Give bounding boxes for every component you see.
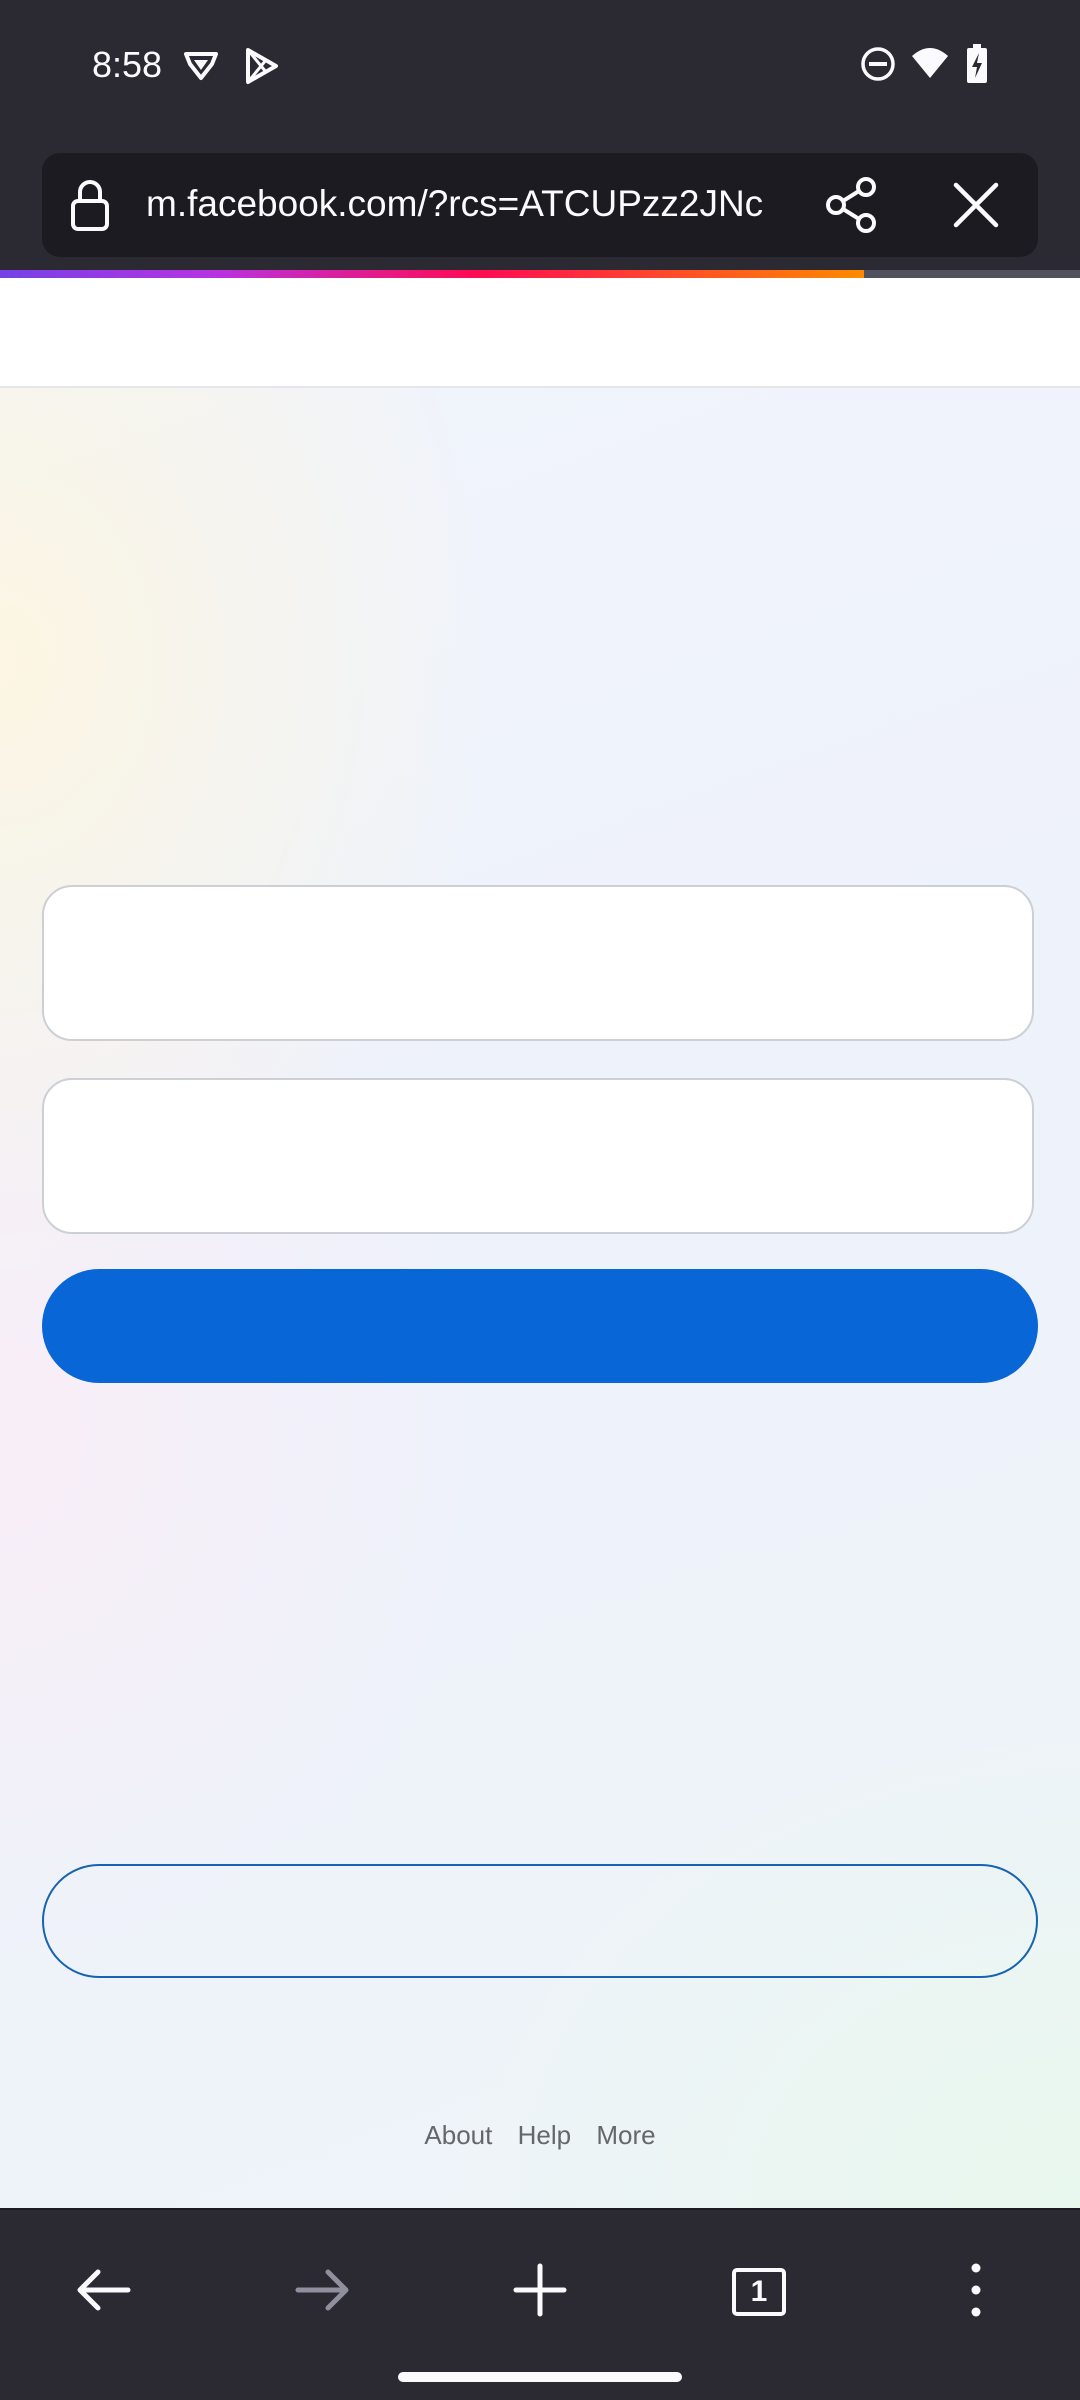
back-arrow-icon[interactable] (62, 2248, 146, 2332)
footer-link-about[interactable]: About (424, 2120, 492, 2150)
close-icon[interactable] (946, 175, 1006, 235)
play-store-icon (246, 48, 278, 84)
page-load-progress-fill (0, 270, 864, 278)
tab-count: 1 (732, 2268, 786, 2316)
email-field[interactable] (42, 885, 1034, 1041)
wifi-icon (912, 48, 948, 78)
footer-link-help[interactable]: Help (518, 2120, 571, 2150)
lock-icon[interactable] (70, 177, 110, 233)
page-load-progress (0, 270, 1080, 278)
web-page: About Help More (0, 278, 1080, 2208)
footer-link-more[interactable]: More (596, 2120, 655, 2150)
status-time: 8:58 (92, 44, 163, 85)
browser-toolbar: m.facebook.com/?rcs=ATCUPzz2JNc (0, 135, 1080, 270)
new-tab-plus-icon[interactable] (498, 2248, 582, 2332)
home-indicator[interactable] (398, 2372, 682, 2382)
vpn-shield-icon (184, 52, 218, 80)
footer-links: About Help More (0, 2120, 1080, 2151)
bottom-navigation: 1 (0, 2208, 1080, 2400)
forward-arrow-icon[interactable] (280, 2248, 364, 2332)
status-bar: 8:58 (0, 0, 1080, 135)
login-button[interactable] (42, 1269, 1038, 1383)
more-menu-icon[interactable] (934, 2248, 1018, 2332)
do-not-disturb-icon (861, 47, 895, 81)
password-field[interactable] (42, 1078, 1034, 1234)
create-account-button[interactable] (42, 1864, 1038, 1978)
tab-counter-icon[interactable]: 1 (716, 2248, 800, 2332)
share-icon[interactable] (822, 175, 882, 235)
url-text[interactable]: m.facebook.com/?rcs=ATCUPzz2JNc (146, 183, 826, 229)
url-bar[interactable]: m.facebook.com/?rcs=ATCUPzz2JNc (42, 153, 1038, 257)
battery-charging-icon (967, 44, 987, 83)
page-header (0, 278, 1080, 388)
